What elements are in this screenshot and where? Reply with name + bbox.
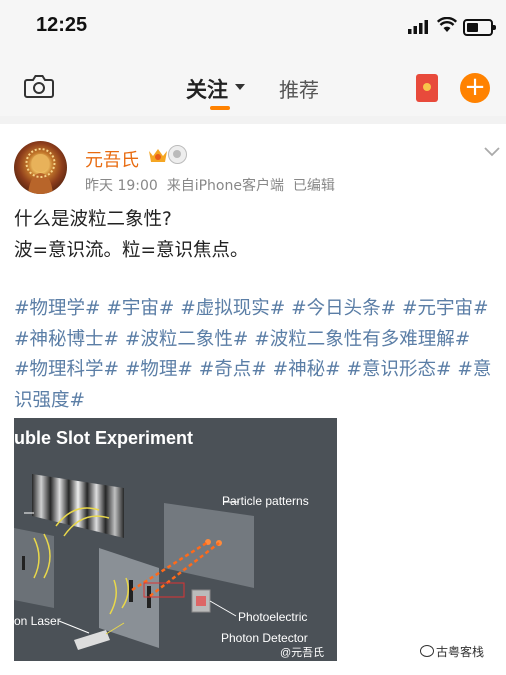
username[interactable]: 元吾氏 (85, 146, 139, 172)
watermark-logo-icon (420, 645, 434, 657)
chevron-down-icon[interactable] (235, 84, 245, 90)
battery-icon (463, 19, 496, 36)
post-image[interactable]: uble Slot Experiment Particle patterns o… (14, 418, 337, 661)
tab-indicator (210, 106, 230, 110)
image-title: uble Slot Experiment (14, 428, 194, 448)
top-nav: 关注 推荐 + (0, 52, 506, 116)
post-text-line: 什么是波粒二象性? (14, 209, 172, 230)
red-packet-icon[interactable] (416, 74, 438, 102)
image-label: Photon Detector (221, 631, 308, 645)
plus-icon[interactable]: + (460, 73, 490, 103)
chevron-down-icon[interactable] (484, 147, 500, 157)
hashtag-line[interactable]: #神秘博士# #波粒二象性# #波粒二象性有多难理解# (14, 325, 470, 351)
wifi-icon (437, 17, 457, 32)
tab-recommend[interactable]: 推荐 (279, 74, 319, 103)
tab-follow[interactable]: 关注 (186, 74, 228, 104)
image-watermark: @元吾氏 (280, 647, 325, 659)
avatar[interactable] (14, 141, 67, 194)
image-label: Photoelectric (238, 610, 308, 624)
image-label: Particle patterns (222, 494, 309, 508)
image-label: on Laser (14, 614, 61, 628)
page-watermark: 古粤客栈 (436, 645, 485, 659)
post-meta: 昨天 19:00 来自iPhone客户端 已编辑 (85, 178, 335, 194)
hashtag-line[interactable]: #物理学# #宇宙# #虚拟现实# #今日头条# #元宇宙# (14, 294, 489, 320)
post-text-line: 波=意识流。粒=意识焦点。 (14, 240, 249, 261)
status-time: 12:25 (36, 14, 88, 36)
hashtag-line[interactable]: #物理科学# #物理# #奇点# #神秘# #意识形态# #意 (14, 355, 491, 381)
hashtag-line[interactable]: 识强度# (14, 386, 85, 412)
status-bar: 12:25 (0, 0, 506, 52)
camera-icon[interactable] (24, 74, 54, 98)
signal-icon (408, 20, 428, 34)
medal-icon (168, 145, 187, 164)
vip-crown-icon (149, 149, 167, 162)
divider (0, 116, 506, 124)
